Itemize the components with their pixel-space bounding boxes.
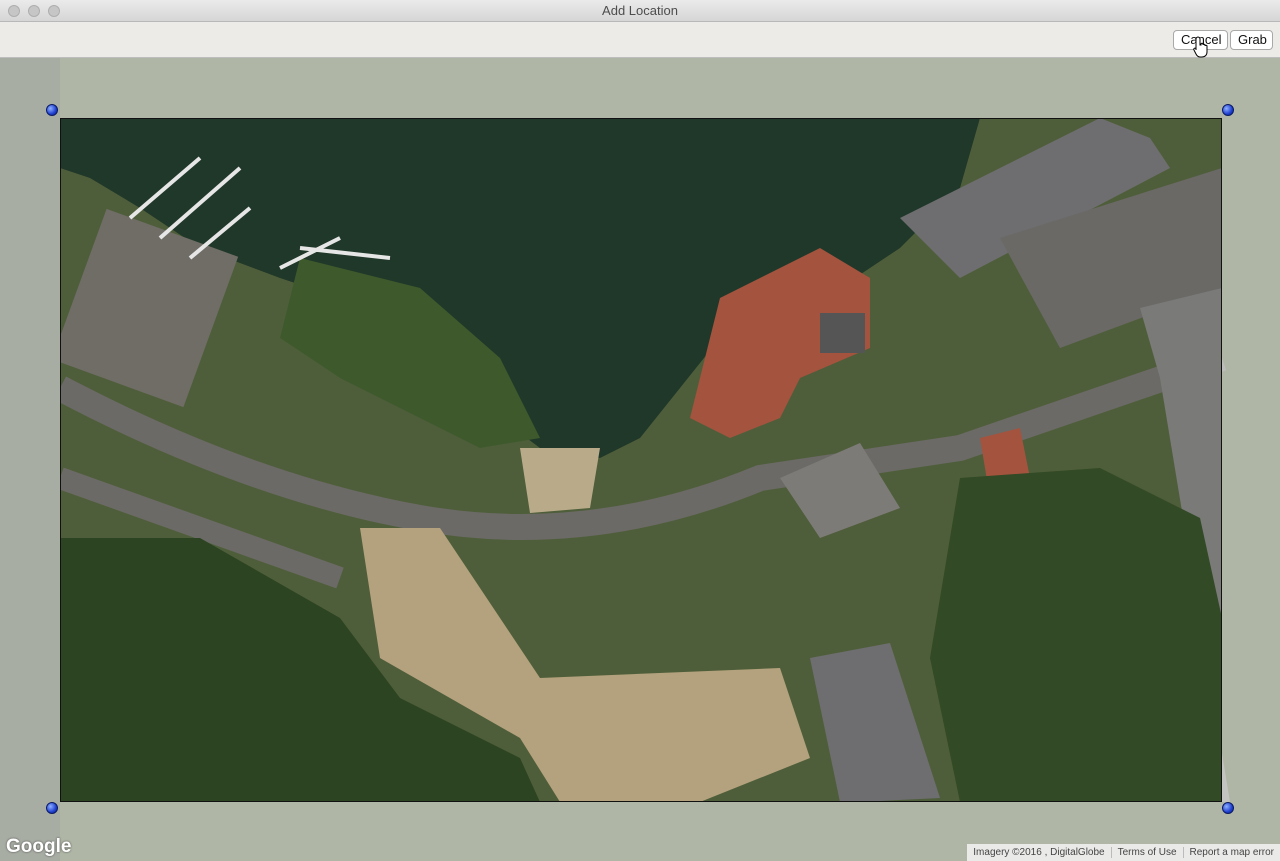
- terms-of-use-link[interactable]: Terms of Use: [1110, 847, 1183, 858]
- toolbar: Cancel Grab: [0, 22, 1280, 58]
- imagery-attribution: Imagery ©2016 , DigitalGlobe: [973, 847, 1105, 858]
- dim-overlay-left: [0, 118, 60, 802]
- pin-handle-icon[interactable]: [1222, 802, 1234, 814]
- map-attribution-bar: Imagery ©2016 , DigitalGlobe Terms of Us…: [967, 844, 1280, 861]
- capture-selection-rect[interactable]: [60, 118, 1222, 802]
- pin-handle-icon[interactable]: [46, 802, 58, 814]
- map-view[interactable]: Google Imagery ©2016 , DigitalGlobe Term…: [0, 58, 1280, 861]
- window-title: Add Location: [602, 3, 678, 18]
- hand-pointer-icon: [1193, 36, 1208, 58]
- report-map-error-link[interactable]: Report a map error: [1182, 847, 1280, 858]
- google-logo: Google: [6, 836, 72, 857]
- pin-handle-icon[interactable]: [1222, 104, 1234, 116]
- window-titlebar: Add Location: [0, 0, 1280, 22]
- dim-overlay-top: [0, 58, 1280, 118]
- grab-button[interactable]: Grab: [1230, 30, 1273, 50]
- pin-handle-icon[interactable]: [46, 104, 58, 116]
- dim-overlay-right: [1222, 118, 1280, 802]
